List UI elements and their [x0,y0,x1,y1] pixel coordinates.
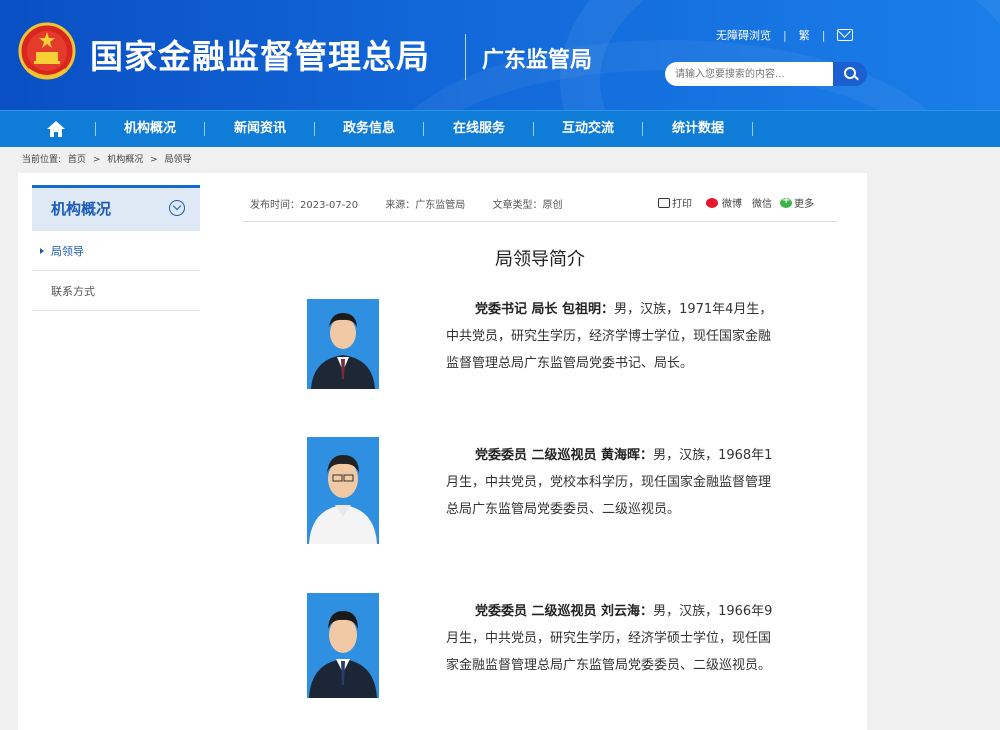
sidebar-header: 机构概况 [32,185,200,231]
more-link[interactable]: 更多 [794,195,814,210]
article-source: 来源：广东监管局 [385,200,466,211]
nav-separator [533,122,534,136]
home-icon[interactable] [47,121,65,137]
print-icon[interactable] [658,197,670,208]
nav-separator [314,122,315,136]
leader-title: 党委委员 二级巡视员 黄海晖： [475,448,654,463]
link-separator: | [783,28,787,42]
chevron-down-icon[interactable] [169,200,185,216]
sidebar-item-leaders[interactable]: 局领导 [32,231,200,271]
title-divider [465,34,466,80]
mail-icon[interactable] [837,29,854,41]
breadcrumb: 当前位置: 首页 > 机构概况 > 局领导 [22,152,196,165]
leader-bio: 党委书记 局长 包祖明：男，汉族，1971年4月生，中共党员，研究生学历，经济学… [446,296,776,377]
main-nav: 机构概况 新闻资讯 政务信息 在线服务 互动交流 统计数据 [0,110,1000,147]
nav-separator [95,122,96,136]
sidebar-title: 机构概况 [51,200,112,218]
top-links: 无障碍浏览 | 繁 | [716,27,854,43]
national-emblem-icon [18,22,76,80]
share-bar: 打印 微博 微信 更多 [658,195,814,210]
nav-item-gov-info[interactable]: 政务信息 [319,111,419,147]
nav-item-interaction[interactable]: 互动交流 [538,111,638,147]
bullet-icon [40,248,44,254]
leader-photo [307,593,379,698]
branch-title[interactable]: 广东监管局 [482,42,592,74]
nav-item-news[interactable]: 新闻资讯 [210,111,310,147]
meta-divider [243,221,837,222]
site-title[interactable]: 国家金融监督管理总局 [90,30,430,78]
breadcrumb-sep: > [150,155,158,165]
breadcrumb-home[interactable]: 首页 [68,155,86,165]
traditional-chinese-link[interactable]: 繁 [799,27,810,43]
site-header: 国家金融监督管理总局 广东监管局 无障碍浏览 | 繁 | [0,0,1000,110]
publish-date: 发布时间：2023-07-20 [250,200,359,211]
article-meta: 发布时间：2023-07-20 来源：广东监管局 文章类型：原创 [250,196,569,211]
search-box [665,62,867,86]
breadcrumb-label: 当前位置: [22,155,62,165]
weibo-icon[interactable] [706,197,718,208]
link-separator: | [821,28,826,42]
print-link[interactable]: 打印 [672,195,692,210]
weibo-link[interactable]: 微博 [722,195,742,210]
leader-photo [307,437,379,544]
breadcrumb-sep: > [92,155,101,165]
leader-title: 党委委员 二级巡视员 刘云海： [475,604,654,619]
sidebar-item-label: 局领导 [51,245,84,258]
nav-separator [642,122,643,136]
search-input[interactable] [665,62,833,86]
nav-item-org[interactable]: 机构概况 [100,111,200,147]
nav-separator [752,122,753,136]
leader-title: 党委书记 局长 包祖明： [475,302,615,317]
nav-separator [423,122,424,136]
leader-bio: 党委委员 二级巡视员 黄海晖：男，汉族，1968年1月生，中共党员，党校本科学历… [446,442,776,523]
sidebar-item-contact[interactable]: 联系方式 [32,271,200,311]
nav-item-online-service[interactable]: 在线服务 [429,111,529,147]
breadcrumb-current: 局领导 [164,155,192,165]
breadcrumb-org[interactable]: 机构概况 [107,155,143,165]
sidebar-item-label: 联系方式 [51,285,95,298]
article-title: 局领导简介 [495,249,585,270]
more-icon[interactable] [780,195,792,208]
search-button[interactable] [833,62,867,86]
nav-item-statistics[interactable]: 统计数据 [648,111,748,147]
article-type: 文章类型：原创 [492,200,563,211]
nav-separator [204,122,205,136]
search-icon [844,67,856,79]
accessibility-link[interactable]: 无障碍浏览 [716,27,771,43]
leader-bio: 党委委员 二级巡视员 刘云海：男，汉族，1966年9月生，中共党员，研究生学历，… [446,598,776,679]
wechat-link[interactable]: 微信 [752,195,772,210]
leader-photo [307,299,379,389]
